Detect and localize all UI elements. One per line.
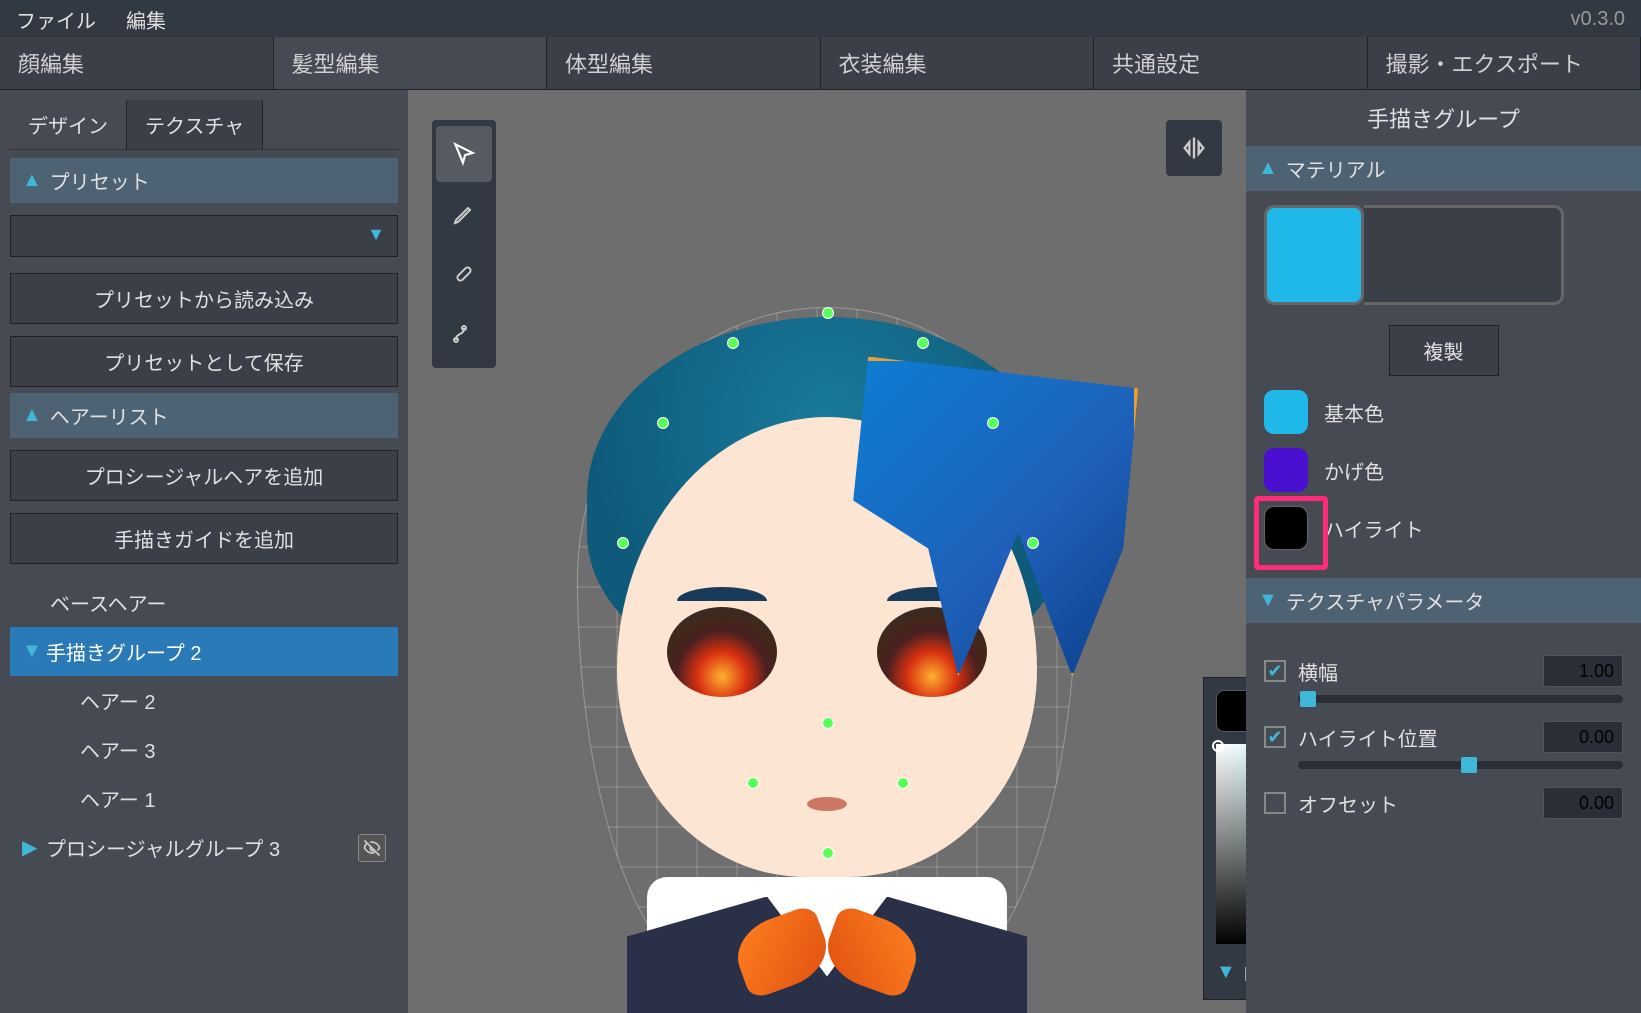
shade-color-row[interactable]: かげ色 [1264,448,1623,492]
highlight-color-label: ハイライト [1324,514,1424,543]
texparam-header[interactable]: ▼ テクスチャパラメータ [1246,578,1641,623]
width-checkbox[interactable]: ✔ [1264,660,1286,682]
right-panel-title: 手描きグループ [1246,90,1641,146]
shade-color-label: かげ色 [1324,456,1384,485]
duplicate-button[interactable]: 複製 [1389,325,1499,376]
main-tab-bar: 顔編集 髪型編集 体型編集 衣装編集 共通設定 撮影・エクスポート [0,38,1641,90]
tree-hand-group-2[interactable]: ▼ 手描きグループ 2 [10,627,398,676]
param-offset: オフセット [1264,787,1623,819]
highlightpos-label: ハイライト位置 [1298,723,1543,752]
width-label: 横幅 [1298,657,1543,686]
highlightpos-slider[interactable] [1298,761,1623,769]
highlightpos-checkbox[interactable]: ✔ [1264,726,1286,748]
version-label: v0.3.0 [1571,8,1625,31]
left-panel: デザイン テクスチャ ▲ プリセット プリセットから読み込み プリセットとして保… [0,90,408,1013]
sub-tab-bar: デザイン テクスチャ [10,100,398,150]
add-guide-button[interactable]: 手描きガイドを追加 [10,513,398,564]
menubar: ファイル 編集 v0.3.0 [0,0,1641,38]
offset-label: オフセット [1298,789,1543,818]
base-color-label: 基本色 [1324,398,1384,427]
triangle-up-icon: ▲ [22,169,42,192]
rgb-header-label: RGBスライダー [1244,958,1246,987]
tree-base-hair[interactable]: ベースヘアー [10,578,398,627]
saturation-value-area[interactable] [1216,744,1246,944]
offset-value[interactable] [1543,787,1623,819]
highlight-color-row[interactable]: ハイライト [1264,506,1623,550]
highlight-color-swatch[interactable] [1264,506,1308,550]
base-color-swatch[interactable] [1264,390,1308,434]
right-panel: 手描きグループ ▲ マテリアル 複製 基本色 かげ色 ハイライト [1246,90,1641,1013]
hairlist-header-label: ヘアーリスト [50,401,169,430]
save-preset-button[interactable]: プリセットとして保存 [10,336,398,387]
hairlist-header[interactable]: ▲ ヘアーリスト [10,393,398,438]
menu-file[interactable]: ファイル [16,5,96,34]
tool-toolbar [432,120,496,368]
hair-tree: ベースヘアー ▼ 手描きグループ 2 ヘアー 2 ヘアー 3 ヘアー 1 ▶ プ… [10,578,398,872]
shade-color-swatch[interactable] [1264,448,1308,492]
tree-hair-2[interactable]: ヘアー 2 [10,676,398,725]
tree-procedural-group-3[interactable]: ▶ プロシージャルグループ 3 [10,823,398,872]
material-slot[interactable] [1264,205,1623,305]
tree-label: 手描きグループ 2 [46,637,201,666]
tree-label: ベースヘアー [50,588,166,617]
param-highlight-pos: ✔ ハイライト位置 [1264,721,1623,769]
curve-tool[interactable] [436,306,492,362]
add-procedural-button[interactable]: プロシージャルヘアを追加 [10,450,398,501]
visibility-off-icon[interactable] [358,834,386,862]
tree-label: ヘアー 2 [80,686,155,715]
sv-cursor[interactable] [1212,740,1224,752]
tab-common[interactable]: 共通設定 [1094,37,1368,89]
tree-hair-1[interactable]: ヘアー 1 [10,774,398,823]
tab-face[interactable]: 顔編集 [0,37,274,89]
subtab-design[interactable]: デザイン [10,100,127,149]
viewport-3d[interactable]: # ▼ RGBスライダー [408,90,1246,1013]
width-slider[interactable] [1298,695,1623,703]
menu-edit[interactable]: 編集 [126,5,166,34]
preset-header[interactable]: ▲ プリセット [10,158,398,203]
triangle-down-icon: ▼ [1258,589,1278,612]
pencil-tool[interactable] [436,186,492,242]
triangle-down-icon: ▼ [1216,961,1236,984]
load-preset-button[interactable]: プリセットから読み込み [10,273,398,324]
param-width: ✔ 横幅 [1264,655,1623,703]
preset-header-label: プリセット [50,166,150,195]
avatar-preview [547,237,1107,937]
tree-label: ヘアー 3 [80,735,155,764]
select-tool[interactable] [436,126,492,182]
tree-label: ヘアー 1 [80,784,155,813]
offset-checkbox[interactable] [1264,792,1286,814]
highlightpos-value[interactable] [1543,721,1623,753]
triangle-up-icon: ▲ [22,404,42,427]
tab-cloth[interactable]: 衣装編集 [821,37,1095,89]
base-color-row[interactable]: 基本色 [1264,390,1623,434]
color-preview-swatch [1216,690,1246,732]
texparam-header-label: テクスチャパラメータ [1286,586,1485,615]
subtab-texture[interactable]: テクスチャ [127,100,263,149]
tab-body[interactable]: 体型編集 [547,37,821,89]
material-header-label: マテリアル [1286,154,1386,183]
rgb-slider-header[interactable]: ▼ RGBスライダー [1216,958,1246,987]
tab-hair[interactable]: 髪型編集 [274,37,548,89]
preset-dropdown[interactable] [10,215,398,257]
color-picker-popup: # ▼ RGBスライダー [1203,677,1246,1000]
tree-hair-3[interactable]: ヘアー 3 [10,725,398,774]
tab-export[interactable]: 撮影・エクスポート [1368,37,1641,89]
triangle-down-icon: ▼ [22,640,46,663]
material-empty-area [1364,205,1564,305]
material-preview-swatch [1264,205,1364,305]
mirror-button[interactable] [1166,120,1222,176]
tree-label: プロシージャルグループ 3 [46,833,280,862]
material-header[interactable]: ▲ マテリアル [1246,146,1641,191]
triangle-up-icon: ▲ [1258,157,1278,180]
triangle-right-icon: ▶ [22,835,46,860]
bandage-tool[interactable] [436,246,492,302]
width-value[interactable] [1543,655,1623,687]
